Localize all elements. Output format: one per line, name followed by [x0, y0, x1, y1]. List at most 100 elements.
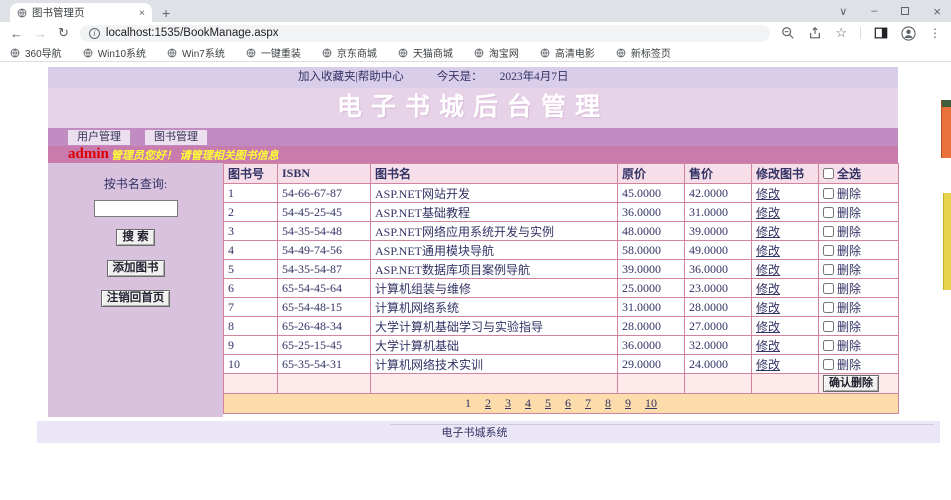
header-sale-price: 售价 — [685, 164, 752, 184]
bookmark-item[interactable]: 天猫商城 — [398, 45, 453, 60]
delete-checkbox[interactable] — [823, 321, 834, 332]
delete-checkbox[interactable] — [823, 245, 834, 256]
cell-book-id: 10 — [224, 355, 278, 374]
edit-link[interactable]: 修改 — [756, 187, 780, 201]
tab-search-chevron-icon[interactable]: ∨ — [839, 5, 847, 18]
table-row: 454-49-74-56ASP.NET通用模块导航58.000049.0000修… — [224, 241, 899, 260]
edit-link[interactable]: 修改 — [756, 358, 780, 372]
pagination-page-link[interactable]: 6 — [565, 396, 571, 410]
bookmark-item[interactable]: Win10系统 — [83, 45, 146, 60]
delete-checkbox[interactable] — [823, 302, 834, 313]
logout-button[interactable]: 注销回首页 — [101, 290, 171, 307]
new-tab-button[interactable]: + — [162, 6, 170, 20]
table-row: 965-25-15-45大学计算机基础36.000032.0000修改删除 — [224, 336, 899, 355]
minimize-icon[interactable]: – — [871, 5, 877, 17]
bookmark-item[interactable]: 一键重装 — [246, 45, 301, 60]
cell-price: 28.0000 — [618, 317, 685, 336]
edit-link[interactable]: 修改 — [756, 225, 780, 239]
profile-avatar-icon[interactable] — [901, 26, 916, 41]
confirm-delete-button[interactable]: 确认删除 — [823, 375, 879, 392]
favorites-help-links[interactable]: 加入收藏夹|帮助中心 — [298, 71, 404, 83]
bookmark-item[interactable]: 新标签页 — [616, 45, 671, 60]
edit-link[interactable]: 修改 — [756, 206, 780, 220]
cell-sale-price: 23.0000 — [685, 279, 752, 298]
delete-checkbox[interactable] — [823, 283, 834, 294]
bookmark-item[interactable]: 淘宝网 — [474, 45, 519, 60]
url-input[interactable]: i localhost:1535/BookManage.aspx — [80, 25, 770, 42]
delete-checkbox[interactable] — [823, 188, 834, 199]
delete-checkbox[interactable] — [823, 359, 834, 370]
edit-link[interactable]: 修改 — [756, 320, 780, 334]
cell-book-name: ASP.NET通用模块导航 — [371, 241, 618, 260]
delete-checkbox[interactable] — [823, 264, 834, 275]
pagination-page-link[interactable]: 10 — [645, 396, 657, 410]
globe-icon — [167, 48, 177, 58]
pagination-page-link[interactable]: 3 — [505, 396, 511, 410]
pagination-page-link[interactable]: 9 — [625, 396, 631, 410]
sidebar: 按书名查询: 搜 索 添加图书 注销回首页 — [48, 163, 223, 417]
cell-book-name: ASP.NET网站开发 — [371, 184, 618, 203]
edit-link[interactable]: 修改 — [756, 263, 780, 277]
share-icon[interactable] — [808, 26, 822, 40]
edit-link[interactable]: 修改 — [756, 282, 780, 296]
pagination-page-link[interactable]: 7 — [585, 396, 591, 410]
pagination-page-link[interactable]: 5 — [545, 396, 551, 410]
edit-link[interactable]: 修改 — [756, 244, 780, 258]
book-table: 图书号 ISBN 图书名 原价 售价 修改图书 全选 154-66-67-87A… — [223, 163, 899, 414]
header-price: 原价 — [618, 164, 685, 184]
delete-label: 删除 — [837, 187, 861, 201]
book-name-search-input[interactable] — [94, 200, 178, 217]
edit-link[interactable]: 修改 — [756, 301, 780, 315]
bookmark-label: 360导航 — [25, 45, 62, 60]
pagination-page-link[interactable]: 2 — [485, 396, 491, 410]
cell-price: 31.0000 — [618, 298, 685, 317]
globe-icon — [398, 48, 408, 58]
back-icon[interactable]: ← — [10, 26, 23, 41]
browser-tab[interactable]: 图书管理页 × — [10, 3, 152, 22]
reload-icon[interactable]: ↻ — [58, 25, 69, 41]
bookmark-item[interactable]: 360导航 — [10, 45, 62, 60]
bookmark-item[interactable]: 高清电影 — [540, 45, 595, 60]
menu-dots-icon[interactable]: ⋮ — [929, 26, 941, 40]
add-book-button[interactable]: 添加图书 — [107, 260, 165, 277]
zoom-icon[interactable] — [781, 26, 795, 40]
bookmark-item[interactable]: Win7系统 — [167, 45, 225, 60]
table-row: 554-35-54-87ASP.NET数据库项目案例导航39.000036.00… — [224, 260, 899, 279]
bookmark-star-icon[interactable]: ☆ — [835, 25, 847, 41]
cell-book-name: ASP.NET基础教程 — [371, 203, 618, 222]
side-panel-icon[interactable] — [874, 26, 888, 40]
bookmark-item[interactable]: 京东商城 — [322, 45, 377, 60]
tab-book-manage[interactable]: 图书管理 — [145, 130, 207, 145]
bookmark-label: 京东商城 — [337, 45, 377, 60]
cell-sale-price: 27.0000 — [685, 317, 752, 336]
cell-isbn: 65-26-48-34 — [278, 317, 371, 336]
url-text: localhost:1535/BookManage.aspx — [106, 27, 279, 39]
edit-link[interactable]: 修改 — [756, 339, 780, 353]
select-all-checkbox[interactable] — [823, 168, 834, 179]
maximize-icon[interactable] — [901, 7, 909, 15]
cell-isbn: 54-35-54-48 — [278, 222, 371, 241]
globe-icon — [246, 48, 256, 58]
delete-checkbox[interactable] — [823, 340, 834, 351]
cell-book-id: 3 — [224, 222, 278, 241]
site-info-icon[interactable]: i — [89, 28, 100, 39]
today-date: 2023年4月7日 — [500, 71, 569, 83]
table-row: 254-45-25-45ASP.NET基础教程36.000031.0000修改删… — [224, 203, 899, 222]
pagination-page-link[interactable]: 8 — [605, 396, 611, 410]
tab-user-manage[interactable]: 用户管理 — [68, 130, 130, 145]
cell-price: 36.0000 — [618, 203, 685, 222]
delete-checkbox[interactable] — [823, 226, 834, 237]
cell-sale-price: 32.0000 — [685, 336, 752, 355]
delete-label: 删除 — [837, 282, 861, 296]
tab-close-icon[interactable]: × — [139, 7, 145, 19]
delete-label: 删除 — [837, 339, 861, 353]
cell-book-id: 9 — [224, 336, 278, 355]
pagination-page-link[interactable]: 4 — [525, 396, 531, 410]
globe-icon — [616, 48, 626, 58]
cell-book-id: 7 — [224, 298, 278, 317]
delete-checkbox[interactable] — [823, 207, 834, 218]
close-icon[interactable]: × — [933, 4, 941, 19]
nav-tab-row: 用户管理 图书管理 — [48, 128, 898, 146]
search-button[interactable]: 搜 索 — [116, 229, 154, 246]
bookmark-label: 新标签页 — [631, 45, 671, 60]
